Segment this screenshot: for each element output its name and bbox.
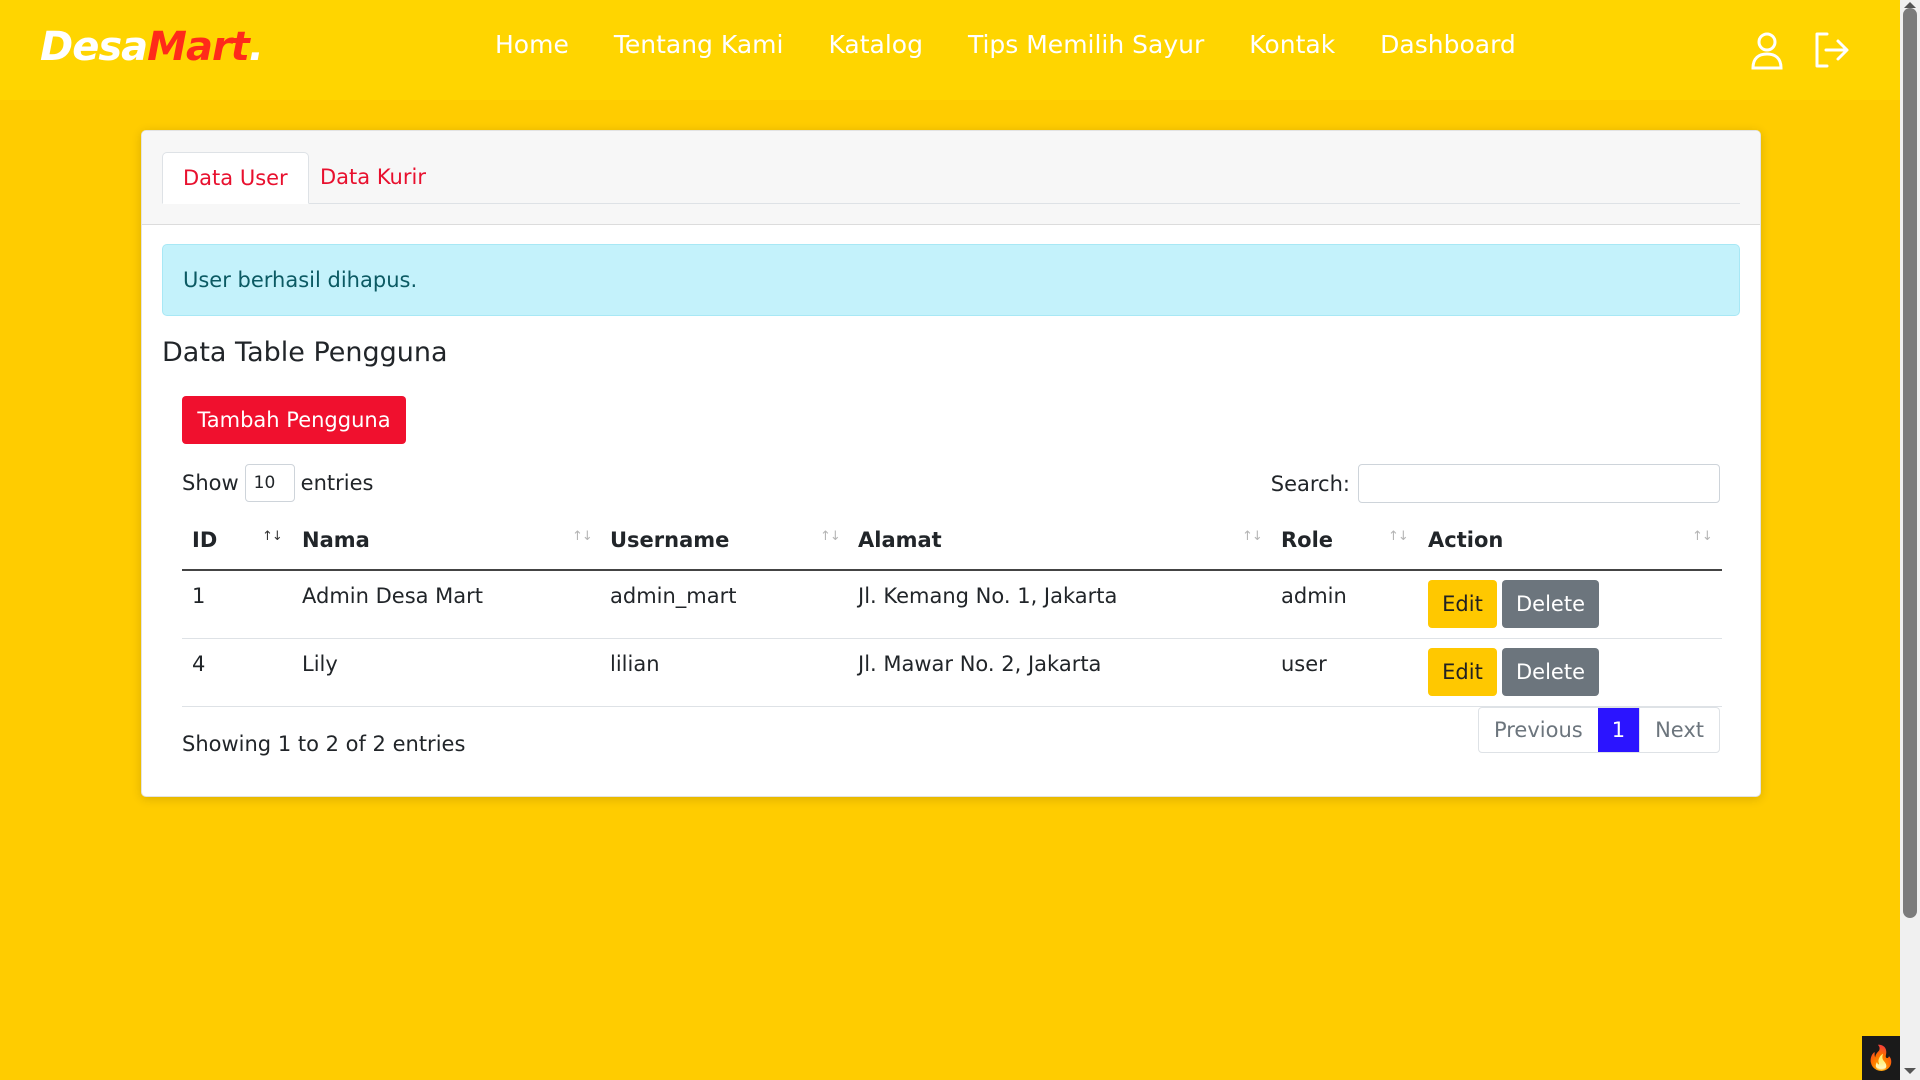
length-suffix: entries bbox=[300, 471, 374, 495]
cell-username: admin_mart bbox=[610, 584, 737, 608]
entries-select[interactable]: 10 bbox=[244, 464, 295, 502]
nav-katalog[interactable]: Katalog bbox=[828, 30, 923, 59]
cell-nama: Admin Desa Mart bbox=[302, 584, 484, 608]
section-title: Data Table Pengguna bbox=[162, 337, 448, 368]
table-row: 4 Lily lilian Jl. Mawar No. 2, Jakarta u… bbox=[182, 639, 1722, 707]
brand-dot: . bbox=[248, 24, 264, 70]
success-alert: User berhasil dihapus. bbox=[162, 244, 1740, 316]
pagination-next[interactable]: Next bbox=[1639, 708, 1719, 752]
sort-icon[interactable]: ↑↓ bbox=[1242, 529, 1263, 544]
cell-role: admin bbox=[1281, 584, 1347, 608]
table-info: Showing 1 to 2 of 2 entries bbox=[182, 732, 466, 756]
cell-id: 4 bbox=[192, 652, 206, 676]
cell-alamat: Jl. Kemang No. 1, Jakarta bbox=[858, 584, 1118, 608]
page-scrollbar[interactable] bbox=[1900, 0, 1920, 1080]
delete-button[interactable]: Delete bbox=[1502, 580, 1599, 628]
navbar: DesaMart. Home Tentang Kami Katalog Tips… bbox=[0, 0, 1900, 100]
flame-icon[interactable]: 🔥 bbox=[1862, 1036, 1900, 1080]
table-row: 1 Admin Desa Mart admin_mart Jl. Kemang … bbox=[182, 571, 1722, 639]
sort-icon[interactable]: ↑↓ bbox=[820, 529, 841, 544]
pagination-previous[interactable]: Previous bbox=[1479, 708, 1598, 752]
cell-role: user bbox=[1281, 652, 1327, 676]
sort-icon[interactable]: ↑↓ bbox=[262, 529, 283, 544]
sort-icon[interactable]: ↑↓ bbox=[572, 529, 593, 544]
users-table: ID ↑↓ Nama ↑↓ Username ↑↓ Alamat ↑↓ Role… bbox=[182, 511, 1722, 707]
nav-kontak[interactable]: Kontak bbox=[1249, 30, 1335, 59]
col-header-username[interactable]: Username bbox=[600, 511, 729, 569]
edit-button[interactable]: Edit bbox=[1428, 580, 1497, 628]
brand-part-mart: Mart bbox=[147, 24, 250, 70]
col-header-alamat[interactable]: Alamat bbox=[848, 511, 942, 569]
col-header-role[interactable]: Role bbox=[1271, 511, 1333, 569]
nav-tips-memilih-sayur[interactable]: Tips Memilih Sayur bbox=[968, 30, 1204, 59]
search-area: Search: bbox=[1271, 464, 1720, 503]
logout-icon[interactable] bbox=[1812, 30, 1850, 70]
card-header: Data User Data Kurir bbox=[142, 131, 1760, 225]
brand-logo[interactable]: DesaMart. bbox=[40, 24, 264, 70]
nav-dashboard[interactable]: Dashboard bbox=[1380, 30, 1516, 59]
scroll-down-arrow-icon[interactable] bbox=[1904, 1068, 1916, 1074]
cell-nama: Lily bbox=[302, 652, 338, 676]
cell-id: 1 bbox=[192, 584, 206, 608]
table-header: ID ↑↓ Nama ↑↓ Username ↑↓ Alamat ↑↓ Role… bbox=[182, 511, 1722, 571]
user-icon[interactable] bbox=[1748, 30, 1786, 70]
cell-username: lilian bbox=[610, 652, 660, 676]
entries-length: Show 10 entries bbox=[182, 464, 373, 502]
search-input[interactable] bbox=[1358, 464, 1720, 503]
sort-icon[interactable]: ↑↓ bbox=[1388, 529, 1409, 544]
brand-part-desa: Desa bbox=[40, 24, 148, 70]
nav-tentang-kami[interactable]: Tentang Kami bbox=[614, 30, 784, 59]
pagination: Previous 1 Next bbox=[1477, 707, 1720, 753]
search-label: Search: bbox=[1270, 471, 1350, 496]
add-user-button[interactable]: Tambah Pengguna bbox=[182, 396, 406, 444]
delete-button[interactable]: Delete bbox=[1502, 648, 1599, 696]
nav-links: Home Tentang Kami Katalog Tips Memilih S… bbox=[495, 30, 1561, 59]
pagination-page-1[interactable]: 1 bbox=[1597, 708, 1640, 752]
nav-home[interactable]: Home bbox=[495, 30, 569, 59]
col-header-nama[interactable]: Nama bbox=[292, 511, 370, 569]
col-header-action[interactable]: Action bbox=[1418, 511, 1503, 569]
tab-bar: Data User Data Kurir bbox=[162, 152, 1740, 204]
scrollbar-thumb[interactable] bbox=[1903, 8, 1917, 918]
length-prefix: Show bbox=[182, 471, 239, 495]
cell-alamat: Jl. Mawar No. 2, Jakarta bbox=[858, 652, 1102, 676]
edit-button[interactable]: Edit bbox=[1428, 648, 1497, 696]
tab-data-kurir[interactable]: Data Kurir bbox=[300, 152, 446, 204]
sort-icon[interactable]: ↑↓ bbox=[1692, 529, 1713, 544]
col-header-id[interactable]: ID bbox=[182, 511, 217, 569]
tab-data-user[interactable]: Data User bbox=[162, 152, 309, 204]
data-card: Data User Data Kurir User berhasil dihap… bbox=[141, 130, 1761, 797]
